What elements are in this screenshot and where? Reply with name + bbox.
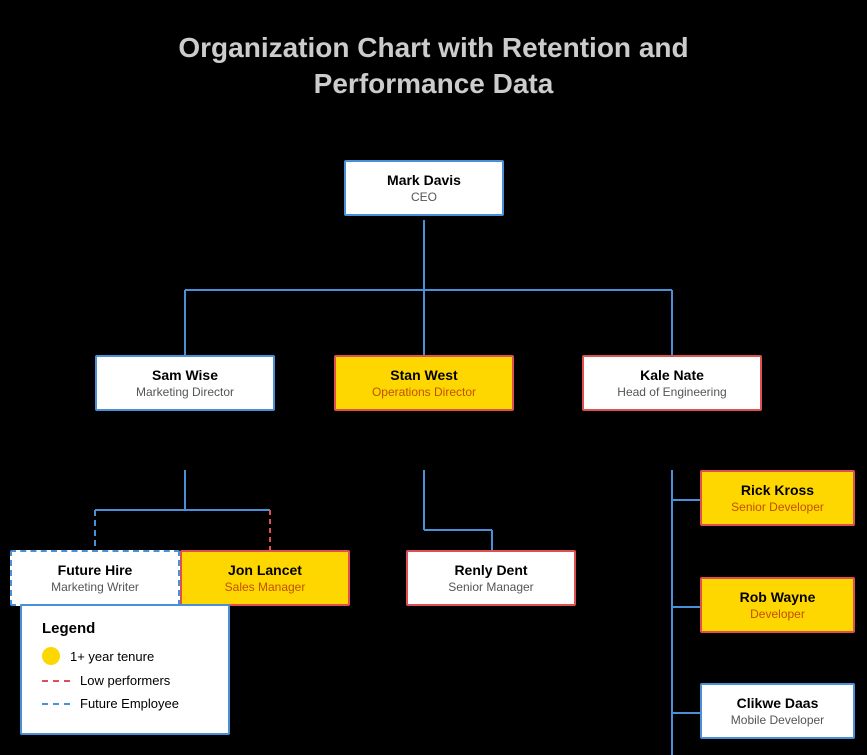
chart-title: Organization Chart with Retention and Pe… [0,0,867,103]
legend-circle-icon [42,647,60,665]
node-clikwe: Clikwe Daas Mobile Developer [700,683,855,739]
node-ceo: Mark Davis CEO [344,160,504,216]
legend-item-low-perf: Low performers [42,673,208,688]
legend-dashed-red-icon [42,680,70,682]
node-future: Future Hire Marketing Writer [10,550,180,606]
node-kale: Kale Nate Head of Engineering [582,355,762,411]
node-rob: Rob Wayne Developer [700,577,855,633]
node-stan: Stan West Operations Director [334,355,514,411]
legend: Legend 1+ year tenure Low performers Fut… [20,604,230,735]
legend-item-future: Future Employee [42,696,208,711]
chart-area: Mark Davis CEO Sam Wise Marketing Direct… [0,140,867,755]
node-jon: Jon Lancet Sales Manager [180,550,350,606]
legend-low-perf-label: Low performers [80,673,170,688]
legend-dashed-blue-icon [42,703,70,705]
legend-tenure-label: 1+ year tenure [70,649,154,664]
node-rick: Rick Kross Senior Developer [700,470,855,526]
legend-item-tenure: 1+ year tenure [42,647,208,665]
legend-title: Legend [42,620,208,637]
legend-future-label: Future Employee [80,696,179,711]
node-renly: Renly Dent Senior Manager [406,550,576,606]
node-sam: Sam Wise Marketing Director [95,355,275,411]
